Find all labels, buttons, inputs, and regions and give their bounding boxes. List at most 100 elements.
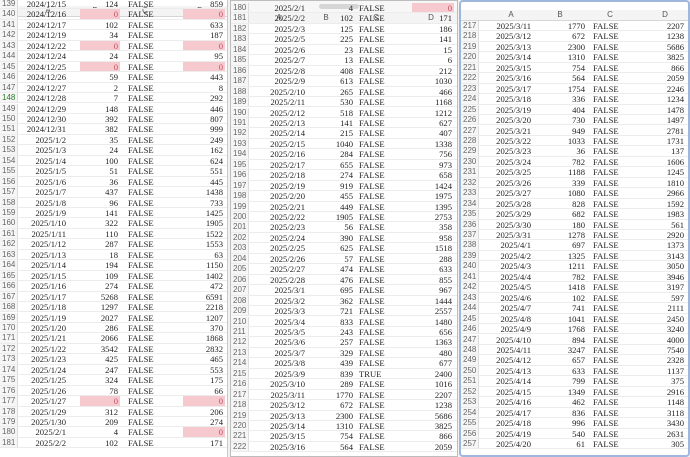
row-number[interactable]: 206 — [231, 274, 249, 285]
cell-c-flag[interactable]: FALSE — [593, 355, 643, 365]
table-row[interactable]: 227 2025/3/21 949 FALSE 2781 — [461, 125, 688, 136]
cell-b-value[interactable]: 564 — [315, 442, 355, 452]
row-number[interactable]: 166 — [0, 281, 18, 291]
cell-d-value[interactable]: 3143 — [644, 251, 686, 261]
cell-a-date[interactable]: 2025/3/14 — [251, 421, 307, 431]
cell-a-date[interactable]: 2025/4/7 — [483, 303, 533, 313]
row-number[interactable]: 155 — [0, 166, 18, 176]
row-number[interactable]: 198 — [231, 191, 249, 201]
cell-d-value[interactable]: 443 — [183, 72, 225, 82]
table-row[interactable]: 182 2025/2/3 125 FALSE 186 — [231, 23, 457, 35]
cell-d-value[interactable]: 1395 — [412, 202, 454, 212]
row-number[interactable]: 179 — [0, 417, 18, 427]
row-number[interactable]: 146 — [0, 72, 18, 82]
cell-a-date[interactable]: 2025/3/29 — [483, 209, 533, 219]
row-number[interactable]: 181 — [231, 13, 249, 23]
cell-b-value[interactable]: 141 — [80, 208, 120, 218]
cell-d-value[interactable]: 407 — [412, 128, 454, 138]
table-row[interactable]: 250 2025/4/13 633 FALSE 1137 — [461, 365, 688, 377]
row-number[interactable]: 247 — [461, 334, 479, 344]
cell-d-value[interactable]: 0 — [183, 9, 225, 19]
cell-a-date[interactable]: 2025/2/25 — [251, 243, 307, 253]
cell-b-value[interactable]: 839 — [315, 369, 355, 379]
row-number[interactable]: 230 — [461, 156, 479, 167]
cell-d-value[interactable]: 171 — [412, 13, 454, 23]
row-number[interactable]: 184 — [231, 44, 249, 55]
row-number[interactable]: 216 — [231, 379, 249, 389]
cell-b-value[interactable]: 36 — [547, 146, 587, 156]
cell-b-value[interactable]: 34 — [80, 30, 120, 40]
cell-a-date[interactable]: 2025/1/7 — [20, 187, 68, 197]
cell-d-value[interactable]: 1150 — [183, 260, 225, 270]
table-row[interactable]: 229 2025/3/23 36 FALSE 137 — [461, 146, 688, 157]
cell-d-value[interactable]: 3240 — [644, 324, 686, 334]
table-row[interactable]: 239 2025/4/2 1325 FALSE 3143 — [461, 250, 688, 262]
cell-d-value[interactable]: 1016 — [412, 379, 454, 389]
cell-d-value[interactable]: 807 — [183, 114, 225, 124]
cell-c-flag[interactable]: FALSE — [128, 177, 178, 187]
row-number[interactable]: 249 — [461, 355, 479, 365]
cell-a-date[interactable]: 2025/3/23 — [483, 146, 533, 156]
cell-a-date[interactable]: 2025/1/14 — [20, 260, 68, 270]
table-row[interactable]: 175 2025/1/25 324 FALSE 175 — [0, 375, 227, 386]
cell-b-value[interactable]: 540 — [547, 429, 587, 439]
cell-b-value[interactable]: 782 — [547, 272, 587, 282]
cell-b-value[interactable]: 1310 — [547, 52, 587, 62]
table-row[interactable]: 174 2025/1/24 247 FALSE 553 — [0, 364, 227, 376]
cell-d-value[interactable]: 0 — [183, 427, 225, 437]
table-row[interactable]: 222 2025/3/16 564 FALSE 2059 — [231, 441, 457, 453]
cell-c-flag[interactable]: FALSE — [593, 167, 643, 177]
table-row[interactable]: 216 2025/3/10 289 FALSE 1016 — [231, 379, 457, 390]
cell-a-date[interactable]: 2025/4/5 — [483, 282, 533, 292]
row-number[interactable]: 145 — [0, 61, 18, 72]
table-row[interactable]: 183 2025/2/5 225 FALSE 141 — [231, 34, 457, 45]
cell-c-flag[interactable]: FALSE — [128, 281, 178, 291]
cell-c-flag[interactable]: FALSE — [593, 63, 643, 73]
row-number[interactable]: 187 — [231, 76, 249, 86]
cell-b-value[interactable]: 102 — [80, 438, 120, 448]
cell-d-value[interactable]: 1212 — [412, 108, 454, 118]
cell-b-value[interactable]: 4 — [315, 3, 355, 13]
cell-d-value[interactable]: 274 — [183, 417, 225, 427]
cell-a-date[interactable]: 2025/1/15 — [20, 271, 68, 281]
cell-a-date[interactable]: 2025/3/12 — [251, 400, 307, 410]
cell-d-value[interactable]: 370 — [183, 323, 225, 333]
cell-a-date[interactable]: 2024/12/22 — [20, 41, 68, 51]
cell-d-value[interactable]: 212 — [412, 66, 454, 76]
cell-c-flag[interactable]: FALSE — [128, 365, 178, 375]
cell-d-value[interactable]: 3197 — [644, 282, 686, 292]
cell-a-date[interactable]: 2025/1/4 — [20, 156, 68, 166]
row-number[interactable]: 143 — [0, 40, 18, 51]
cell-b-value[interactable]: 437 — [80, 187, 120, 197]
cell-b-value[interactable]: 78 — [80, 386, 120, 396]
cell-a-date[interactable]: 2025/3/27 — [483, 188, 533, 198]
cell-d-value[interactable]: 3430 — [644, 418, 686, 428]
table-row[interactable]: 209 2025/3/3 721 FALSE 2557 — [231, 306, 457, 317]
cell-a-date[interactable]: 2025/3/25 — [483, 167, 533, 177]
row-number[interactable]: 163 — [0, 249, 18, 260]
cell-c-flag[interactable]: FALSE — [128, 124, 178, 134]
table-row[interactable]: 233 2025/3/27 1080 FALSE 2966 — [461, 188, 688, 199]
row-number[interactable]: 150 — [0, 113, 18, 124]
table-row[interactable]: 218 2025/3/12 672 FALSE 1238 — [231, 400, 457, 411]
cell-d-value[interactable]: 480 — [412, 348, 454, 358]
table-row[interactable]: 203 2025/2/25 625 FALSE 1518 — [231, 243, 457, 254]
cell-c-flag[interactable]: FALSE — [359, 243, 409, 253]
cell-c-flag[interactable]: FALSE — [128, 417, 178, 427]
cell-c-flag[interactable]: FALSE — [593, 272, 643, 282]
table-row[interactable]: 154 2025/1/4 100 FALSE 624 — [0, 155, 227, 167]
cell-b-value[interactable]: 613 — [315, 76, 355, 86]
table-row[interactable]: 221 2025/3/15 754 FALSE 866 — [461, 62, 688, 74]
cell-c-flag[interactable]: FALSE — [359, 87, 409, 97]
row-number[interactable]: 164 — [0, 260, 18, 270]
cell-a-date[interactable]: 2025/3/10 — [251, 379, 307, 389]
cell-a-date[interactable]: 2025/2/13 — [251, 118, 307, 128]
row-number[interactable]: 139 — [0, 0, 18, 9]
table-row[interactable]: 168 2025/1/18 1297 FALSE 2218 — [0, 302, 227, 313]
row-number[interactable]: 220 — [231, 421, 249, 431]
cell-d-value[interactable]: 2920 — [644, 230, 686, 240]
table-row[interactable]: 195 2025/2/17 655 FALSE 973 — [231, 159, 457, 171]
table-row[interactable]: 211 2025/3/5 243 FALSE 656 — [231, 326, 457, 338]
table-row[interactable]: 173 2025/1/23 425 FALSE 465 — [0, 354, 227, 365]
cell-b-value[interactable]: 2300 — [547, 42, 587, 52]
